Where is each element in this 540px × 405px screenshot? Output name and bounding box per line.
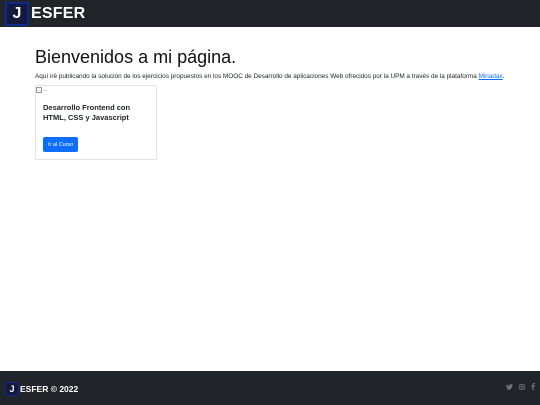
image-alt-text: ... <box>43 87 48 93</box>
facebook-icon[interactable] <box>531 383 535 390</box>
footer: J ESFER © 2022 <box>0 371 540 405</box>
broken-image-icon <box>36 87 42 93</box>
logo-text: ESFER <box>31 4 86 22</box>
instagram-icon[interactable] <box>519 383 525 390</box>
twitter-icon[interactable] <box>506 383 513 390</box>
navbar: J ESFER <box>0 0 540 27</box>
footer-copyright: ESFER © 2022 <box>20 384 79 394</box>
course-card-title: Desarrollo Frontend con HTML, CSS y Java… <box>43 103 131 122</box>
go-to-course-button[interactable]: Ir al Curso <box>43 137 79 152</box>
course-card: ... Desarrollo Frontend con HTML, CSS y … <box>35 85 157 160</box>
main-content: Bienvenidos a mi página. Aquí iré public… <box>35 46 510 160</box>
logo-letter: J <box>5 1 29 26</box>
course-card-image: ... <box>36 86 50 94</box>
miriadax-link[interactable]: Miriadax <box>479 73 503 80</box>
footer-logo-letter: J <box>5 382 19 396</box>
intro-text: Aquí iré publicando la solución de los e… <box>35 73 479 80</box>
social-links <box>506 383 535 390</box>
brand-logo[interactable]: J ESFER <box>5 1 85 26</box>
intro-paragraph: Aquí iré publicando la solución de los e… <box>35 72 510 82</box>
footer-logo: J ESFER © 2022 <box>5 382 78 396</box>
page-title: Bienvenidos a mi página. <box>35 47 237 67</box>
intro-end: . <box>502 73 505 80</box>
